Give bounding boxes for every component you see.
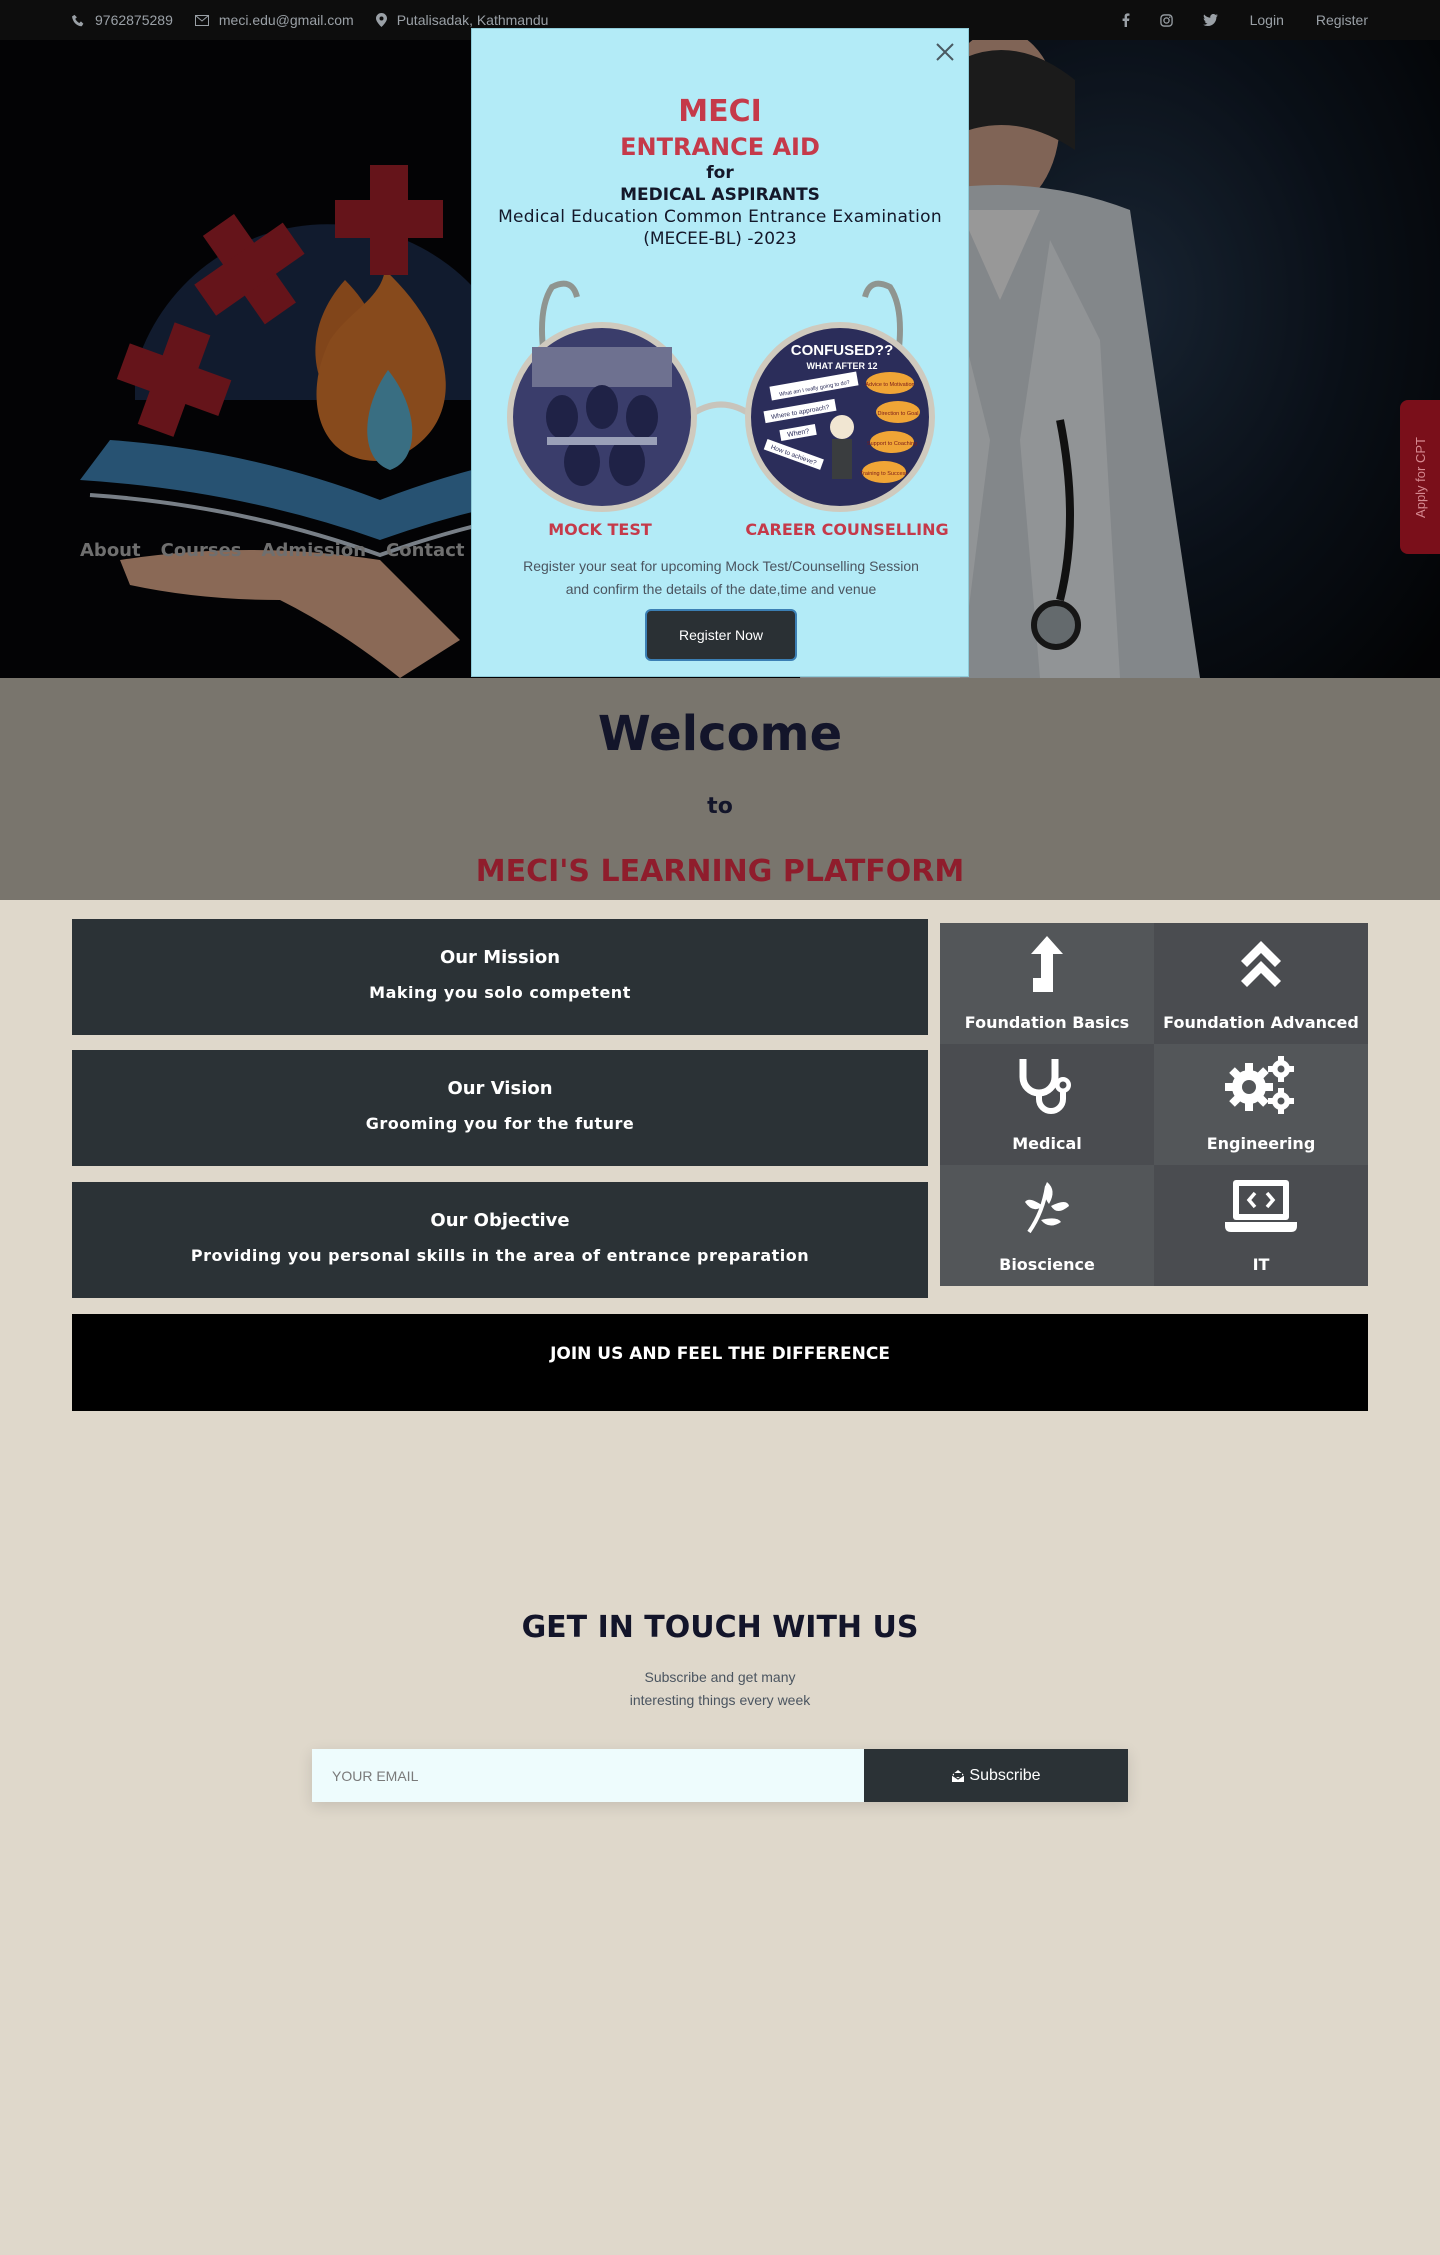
facebook-icon[interactable] bbox=[1122, 13, 1130, 27]
course-label: IT bbox=[1252, 1255, 1270, 1274]
platform-title: MECI'S LEARNING PLATFORM bbox=[475, 854, 965, 889]
hero-navigation: About Courses Admission Contact bbox=[80, 540, 484, 561]
objective-text: Providing you personal skills in the are… bbox=[190, 1246, 810, 1265]
modal-description: Register your seat for upcoming Mock Tes… bbox=[492, 555, 950, 601]
vision-title: Our Vision bbox=[447, 1078, 553, 1099]
course-foundation-basics[interactable]: Foundation Basics bbox=[940, 923, 1154, 1044]
objective-box: Our Objective Providing you personal ski… bbox=[72, 1182, 928, 1298]
modal-subtitle: ENTRANCE AID bbox=[620, 133, 820, 161]
lens-direction-text: Direction to Goal bbox=[878, 411, 919, 417]
welcome-heading: Welcome bbox=[597, 706, 843, 762]
subscribe-label: Subscribe bbox=[969, 1766, 1041, 1784]
modal-exam-code: (MECEE-BL) -2023 bbox=[643, 229, 797, 249]
join-us-text: JOIN US AND FEEL THE DIFFERENCE bbox=[550, 1344, 890, 1364]
course-foundation-advanced[interactable]: Foundation Advanced bbox=[1154, 923, 1368, 1044]
modal-for: for bbox=[706, 163, 734, 183]
entrance-aid-modal: MECI ENTRANCE AID for MEDICAL ASPIRANTS … bbox=[471, 28, 969, 677]
get-in-touch-subtitle: Subscribe and get many interesting thing… bbox=[0, 1666, 1440, 1712]
phone-number: 9762875289 bbox=[95, 12, 173, 28]
map-marker-icon bbox=[375, 13, 387, 27]
objective-title: Our Objective bbox=[430, 1210, 570, 1231]
course-label: Foundation Basics bbox=[964, 1013, 1130, 1032]
mission-title: Our Mission bbox=[439, 947, 561, 968]
lens-training-text: Training to Success bbox=[860, 471, 908, 477]
apply-cpt-label: Apply for CPT bbox=[1412, 436, 1428, 518]
register-now-button[interactable]: Register Now bbox=[645, 609, 797, 661]
course-it[interactable]: IT bbox=[1154, 1165, 1368, 1286]
envelope-open-icon bbox=[952, 1769, 965, 1782]
instagram-icon[interactable] bbox=[1159, 13, 1173, 27]
subscribe-button[interactable]: Subscribe bbox=[864, 1749, 1128, 1802]
modal-description-line-2: and confirm the details of the date,time… bbox=[565, 581, 877, 597]
course-bioscience[interactable]: Bioscience bbox=[940, 1165, 1154, 1286]
course-label: Medical bbox=[1012, 1134, 1082, 1153]
modal-title: MECI bbox=[678, 94, 762, 129]
close-icon[interactable] bbox=[934, 41, 956, 68]
arrow-up-icon bbox=[1027, 929, 1067, 999]
envelope-icon bbox=[194, 14, 209, 26]
subscribe-form: Subscribe bbox=[312, 1749, 1128, 1802]
glasses-illustration: CONFUSED?? WHAT AFTER 12 What am I reall… bbox=[507, 280, 935, 512]
career-counselling-label: CAREER COUNSELLING bbox=[745, 520, 949, 539]
email-contact[interactable]: meci.edu@gmail.com bbox=[194, 12, 354, 28]
gears-icon bbox=[1225, 1050, 1297, 1120]
mission-text: Making you solo competent bbox=[369, 983, 631, 1002]
modal-aspirants: MEDICAL ASPIRANTS bbox=[620, 185, 820, 205]
welcome-to: to bbox=[707, 794, 733, 819]
vision-box: Our Vision Grooming you for the future bbox=[72, 1050, 928, 1166]
double-chevron-up-icon bbox=[1241, 929, 1281, 999]
email-address: meci.edu@gmail.com bbox=[218, 12, 354, 28]
vision-text: Grooming you for the future bbox=[365, 1114, 635, 1133]
nav-contact[interactable]: Contact bbox=[386, 540, 464, 561]
get-in-touch-subtitle-line-1: Subscribe and get many bbox=[644, 1669, 796, 1685]
course-engineering[interactable]: Engineering bbox=[1154, 1044, 1368, 1165]
mock-test-label: MOCK TEST bbox=[548, 520, 652, 539]
register-link[interactable]: Register bbox=[1316, 12, 1368, 28]
nav-courses[interactable]: Courses bbox=[161, 540, 242, 561]
get-in-touch-subtitle-line-2: interesting things every week bbox=[629, 1692, 811, 1708]
get-in-touch-title: GET IN TOUCH WITH US bbox=[521, 1610, 919, 1645]
twitter-icon[interactable] bbox=[1202, 14, 1218, 26]
email-input[interactable] bbox=[312, 1749, 864, 1802]
stethoscope-icon bbox=[1017, 1050, 1077, 1120]
course-medical[interactable]: Medical bbox=[940, 1044, 1154, 1165]
apply-cpt-tab[interactable]: Apply for CPT bbox=[1400, 400, 1440, 554]
phone-contact[interactable]: 9762875289 bbox=[72, 12, 173, 28]
modal-exam: Medical Education Common Entrance Examin… bbox=[498, 207, 942, 227]
laptop-code-icon bbox=[1225, 1171, 1297, 1241]
modal-description-line-1: Register your seat for upcoming Mock Tes… bbox=[523, 558, 919, 574]
lens-confused-text: CONFUSED?? bbox=[791, 342, 894, 359]
nav-admission[interactable]: Admission bbox=[262, 540, 367, 561]
lens-advice-text: Advice to Motivation bbox=[865, 382, 914, 388]
lens-what-after-text: WHAT AFTER 12 bbox=[807, 361, 878, 371]
lens-support-text: Support to Coaching bbox=[867, 441, 917, 447]
leaf-icon bbox=[1023, 1171, 1071, 1241]
welcome-section: Welcome to MECI'S LEARNING PLATFORM bbox=[0, 678, 1440, 900]
course-label: Bioscience bbox=[999, 1255, 1095, 1274]
login-link[interactable]: Login bbox=[1250, 12, 1284, 28]
phone-icon bbox=[72, 14, 84, 26]
mission-box: Our Mission Making you solo competent bbox=[72, 919, 928, 1035]
course-label: Engineering bbox=[1206, 1134, 1316, 1153]
location-text: Putalisadak, Kathmandu bbox=[396, 12, 549, 28]
join-us-banner[interactable]: JOIN US AND FEEL THE DIFFERENCE bbox=[72, 1314, 1368, 1411]
courses-grid: Foundation Basics Foundation Advanced Me… bbox=[940, 923, 1368, 1286]
course-label: Foundation Advanced bbox=[1163, 1013, 1359, 1032]
location-contact: Putalisadak, Kathmandu bbox=[375, 12, 549, 28]
nav-about[interactable]: About bbox=[80, 540, 141, 561]
